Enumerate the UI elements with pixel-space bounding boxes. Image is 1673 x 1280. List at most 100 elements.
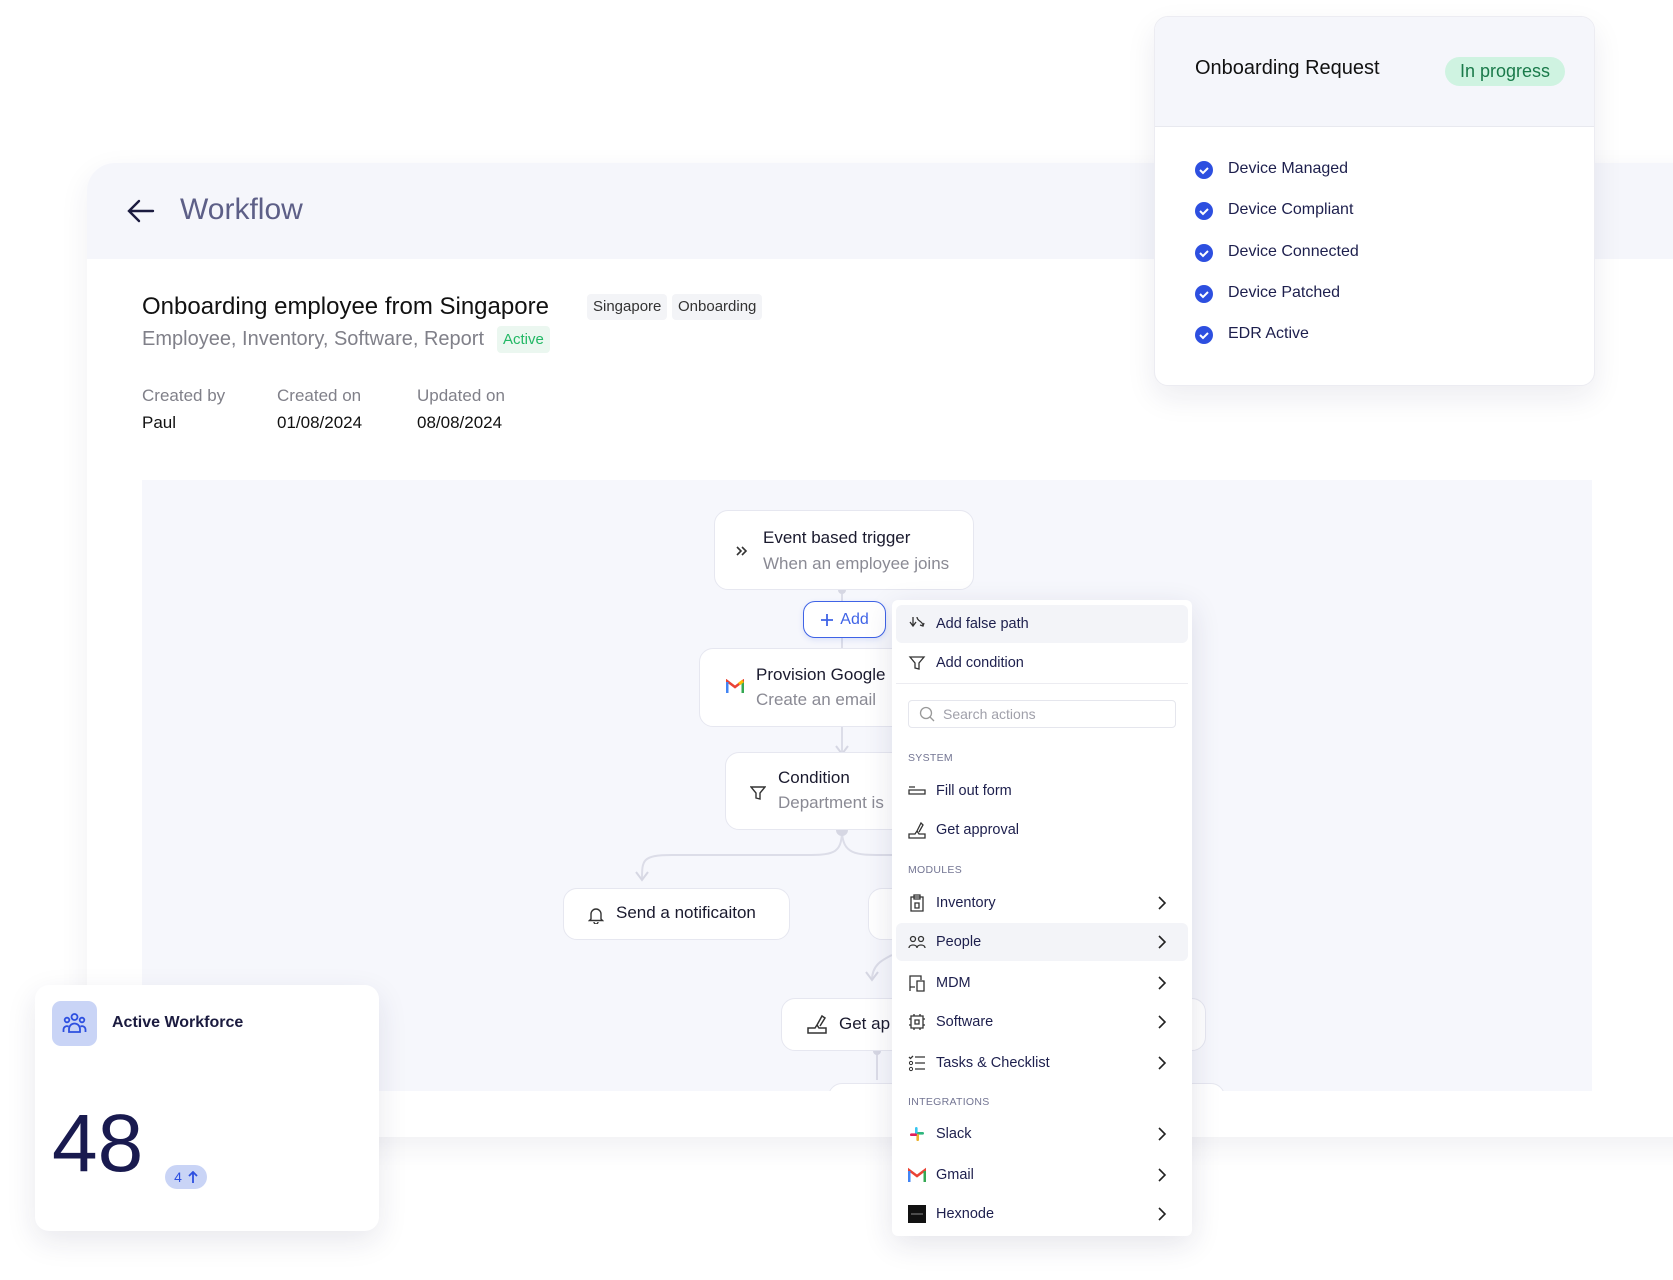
workflow-categories: Employee, Inventory, Software, Report: [142, 328, 485, 350]
node-subtitle: Department is: [778, 793, 884, 812]
menu-label: MDM: [936, 975, 971, 991]
node-title: Get ap: [839, 1014, 891, 1033]
status-badge: Active: [497, 326, 550, 353]
menu-item-hexnode[interactable]: Hexnode: [896, 1195, 1188, 1233]
hexnode-icon: [908, 1205, 926, 1223]
search-icon: [919, 706, 935, 722]
approval-icon: [807, 1014, 827, 1034]
menu-label: Hexnode: [936, 1206, 995, 1222]
menu-item-fill-out-form[interactable]: Fill out form: [896, 772, 1188, 810]
section-label: INTEGRATIONS: [908, 1096, 990, 1108]
check-item: EDR Active: [1228, 325, 1309, 343]
search-input[interactable]: [943, 704, 1163, 724]
menu-label: Get approval: [936, 822, 1020, 838]
chevron-right-icon: [1158, 896, 1167, 910]
menu-item-slack[interactable]: Slack: [896, 1115, 1188, 1153]
filter-icon: [908, 656, 926, 670]
plus-icon: [821, 613, 834, 626]
node-subtitle: When an employee joins: [763, 554, 950, 573]
menu-label: Fill out form: [936, 783, 1012, 799]
devices-icon: [909, 975, 925, 992]
menu-item-gmail[interactable]: Gmail: [896, 1156, 1188, 1194]
section-label: MODULES: [908, 864, 963, 876]
card-title: Onboarding Request: [1195, 57, 1380, 79]
check-item: Device Managed: [1228, 160, 1349, 177]
card-header: Onboarding Request In progress: [1155, 17, 1594, 127]
status-badge: In progress: [1445, 57, 1566, 86]
check-circle-icon: [1195, 161, 1213, 179]
node-subtitle: Create an email: [756, 690, 877, 709]
check-circle-icon: [1195, 326, 1213, 345]
gmail-icon: [726, 679, 744, 693]
menu-label: Tasks & Checklist: [936, 1055, 1050, 1071]
tag-onboarding: Onboarding: [672, 294, 763, 320]
approval-icon: [908, 821, 926, 839]
check-circle-icon: [1195, 243, 1213, 262]
checklist-icon: [908, 1055, 925, 1072]
add-label: Add: [840, 610, 869, 628]
node-trigger[interactable]: Event based trigger When an employee joi…: [714, 510, 974, 590]
chevron-right-icon: [1158, 1015, 1167, 1029]
clipboard-icon: [910, 894, 924, 912]
menu-item-tasks-checklist[interactable]: Tasks & Checklist: [896, 1044, 1188, 1082]
add-action-menu: Add false path Add condition SYSTEM Fill…: [892, 600, 1192, 1236]
card-title: Active Workforce: [112, 1014, 244, 1031]
arrow-left-icon[interactable]: [125, 195, 157, 227]
menu-item-add-condition[interactable]: Add condition: [896, 644, 1188, 682]
chevron-right-icon: [1158, 1207, 1167, 1221]
node-title: Provision Google: [756, 665, 886, 684]
menu-item-mdm[interactable]: MDM: [896, 964, 1188, 1002]
menu-item-get-approval[interactable]: Get approval: [896, 811, 1188, 849]
menu-label: Slack: [936, 1126, 972, 1142]
people-icon: [62, 1013, 87, 1033]
form-icon: [908, 786, 926, 795]
people-icon: [908, 935, 926, 949]
chip-icon: [909, 1014, 925, 1030]
chevron-right-icon: [1158, 1127, 1167, 1141]
node-title: Condition: [778, 768, 850, 787]
menu-item-add-false-path[interactable]: Add false path: [896, 605, 1188, 643]
delta-value: 4: [174, 1169, 182, 1185]
page-title: Workflow: [180, 193, 303, 226]
check-item: Device Connected: [1228, 242, 1359, 260]
menu-label: People: [936, 934, 982, 950]
people-icon-tile: [52, 1001, 97, 1046]
chevron-right-icon: [1158, 1168, 1167, 1182]
node-send-notification[interactable]: Send a notificaiton: [563, 888, 790, 940]
menu-label: Software: [936, 1014, 994, 1030]
chevron-right-icon: [1158, 1056, 1167, 1070]
filter-icon: [750, 786, 766, 800]
bell-icon: [588, 908, 604, 924]
menu-item-people[interactable]: People: [896, 923, 1188, 961]
check-circle-icon: [1195, 202, 1213, 221]
menu-item-inventory[interactable]: Inventory: [896, 884, 1188, 922]
node-title: Event based trigger: [763, 528, 911, 547]
onboarding-request-card: Onboarding Request In progress Device Ma…: [1154, 16, 1595, 386]
double-chevron-icon: [736, 546, 748, 556]
arrow-up-icon: [188, 1171, 198, 1183]
meta-label: Created by: [142, 386, 226, 405]
section-label: SYSTEM: [908, 752, 953, 764]
check-circle-icon: [1195, 284, 1213, 303]
menu-label: Gmail: [936, 1167, 974, 1183]
workflow-name: Onboarding employee from Singapore: [142, 293, 549, 320]
menu-label: Add false path: [936, 616, 1029, 632]
menu-item-software[interactable]: Software: [896, 1003, 1188, 1041]
check-item: Device Compliant: [1228, 201, 1354, 219]
divider: [896, 683, 1188, 684]
gmail-icon: [908, 1167, 926, 1182]
menu-label: Inventory: [936, 895, 996, 911]
tag-singapore: Singapore: [587, 294, 668, 320]
node-title: Send a notificaiton: [616, 903, 756, 922]
check-item: Device Patched: [1228, 283, 1341, 301]
search-actions-field[interactable]: [908, 700, 1176, 728]
meta-label: Created on: [277, 386, 362, 405]
meta-value: 01/08/2024: [277, 413, 363, 432]
slack-icon: [910, 1127, 924, 1141]
meta-value: Paul: [142, 413, 177, 432]
chevron-right-icon: [1158, 976, 1167, 990]
active-workforce-card: Active Workforce 48 4: [35, 985, 379, 1231]
split-path-icon: [909, 616, 925, 628]
add-step-button[interactable]: Add: [803, 601, 886, 638]
meta-value: 08/08/2024: [417, 413, 503, 432]
